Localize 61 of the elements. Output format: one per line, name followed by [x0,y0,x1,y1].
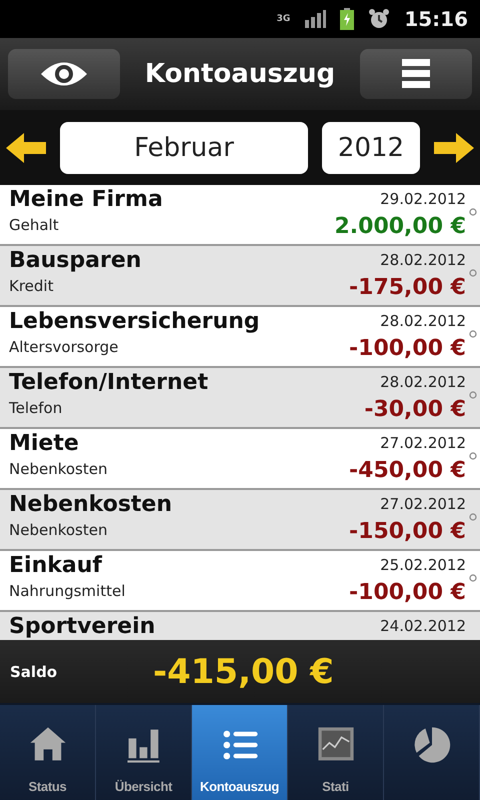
status-circle-icon [469,330,477,338]
category-label: Gehalt [9,216,60,234]
transaction-date: 24.02.2012 [380,617,466,635]
category-label: Nahrungsmittel [9,582,126,600]
transaction-amount: -100,00 € [349,580,466,605]
transaction-date: 27.02.2012 [380,434,466,452]
category-label: Altersvorsorge [9,338,120,356]
view-button[interactable] [8,49,120,99]
transaction-amount: -150,00 € [349,519,466,544]
battery-icon [340,8,354,30]
transaction-date: 27.02.2012 [380,495,466,513]
status-circle-icon [469,574,477,582]
status-circle-icon [469,391,477,399]
payee-name: Sportverein [9,614,156,639]
transaction-amount: 2.000,00 € [334,214,466,239]
payee-name: Telefon/Internet [9,370,208,395]
status-circle-icon [469,208,477,216]
transaction-row[interactable]: Nebenkosten Nebenkosten 27.02.2012 -150,00 € [0,490,480,551]
balance-label: Saldo [10,662,58,680]
transaction-date: 25.02.2012 [380,556,466,574]
next-month-button[interactable] [434,132,474,162]
payee-name: Bausparen [9,248,142,273]
category-label: Nebenkosten [9,460,108,478]
clock-time: 15:16 [404,7,468,31]
category-label: Telefon [9,399,64,417]
year-field[interactable]: 2012 [322,122,420,174]
status-circle-icon [469,452,477,460]
alarm-clock-icon [368,8,390,30]
transaction-date: 28.02.2012 [380,251,466,269]
transaction-date: 28.02.2012 [380,312,466,330]
transaction-date: 28.02.2012 [380,373,466,391]
status-circle-icon [469,513,477,521]
transaction-row[interactable]: Sportverein 24.02.2012 [0,612,480,640]
nav-tab[interactable]: Status [0,705,96,800]
nav-tab[interactable]: Kontoauszug [192,705,288,800]
nav-tab[interactable]: Übersicht [96,705,192,800]
payee-name: Einkauf [9,553,104,578]
transaction-date: 29.02.2012 [380,190,466,208]
network-label: 3G [276,14,290,24]
transaction-amount: -175,00 € [349,275,466,300]
signal-icon [304,10,326,28]
month-field[interactable]: Februar [60,122,308,174]
nav-tab[interactable]: Stati [288,705,384,800]
transaction-row[interactable]: Telefon/Internet Telefon 28.02.2012 -30,00 € [0,368,480,429]
transaction-amount: -100,00 € [349,336,466,361]
balance-value: -415,00 € [153,652,334,692]
status-circle-icon [469,269,477,277]
transaction-row[interactable]: Bausparen Kredit 28.02.2012 -175,00 € [0,246,480,307]
previous-month-button[interactable] [6,132,46,162]
category-label: Kredit [9,277,54,295]
nav-tab[interactable] [384,705,480,800]
payee-name: Lebensversicherung [9,309,260,334]
menu-button[interactable] [360,49,472,99]
menu-icon [402,59,430,89]
payee-name: Miete [9,431,80,456]
payee-name: Nebenkosten [9,492,172,517]
transaction-amount: -450,00 € [349,458,466,483]
screen-title: Kontoauszug [144,59,336,89]
category-label: Nebenkosten [9,521,108,539]
payee-name: Meine Firma [9,187,163,212]
transaction-amount: -30,00 € [364,397,466,422]
